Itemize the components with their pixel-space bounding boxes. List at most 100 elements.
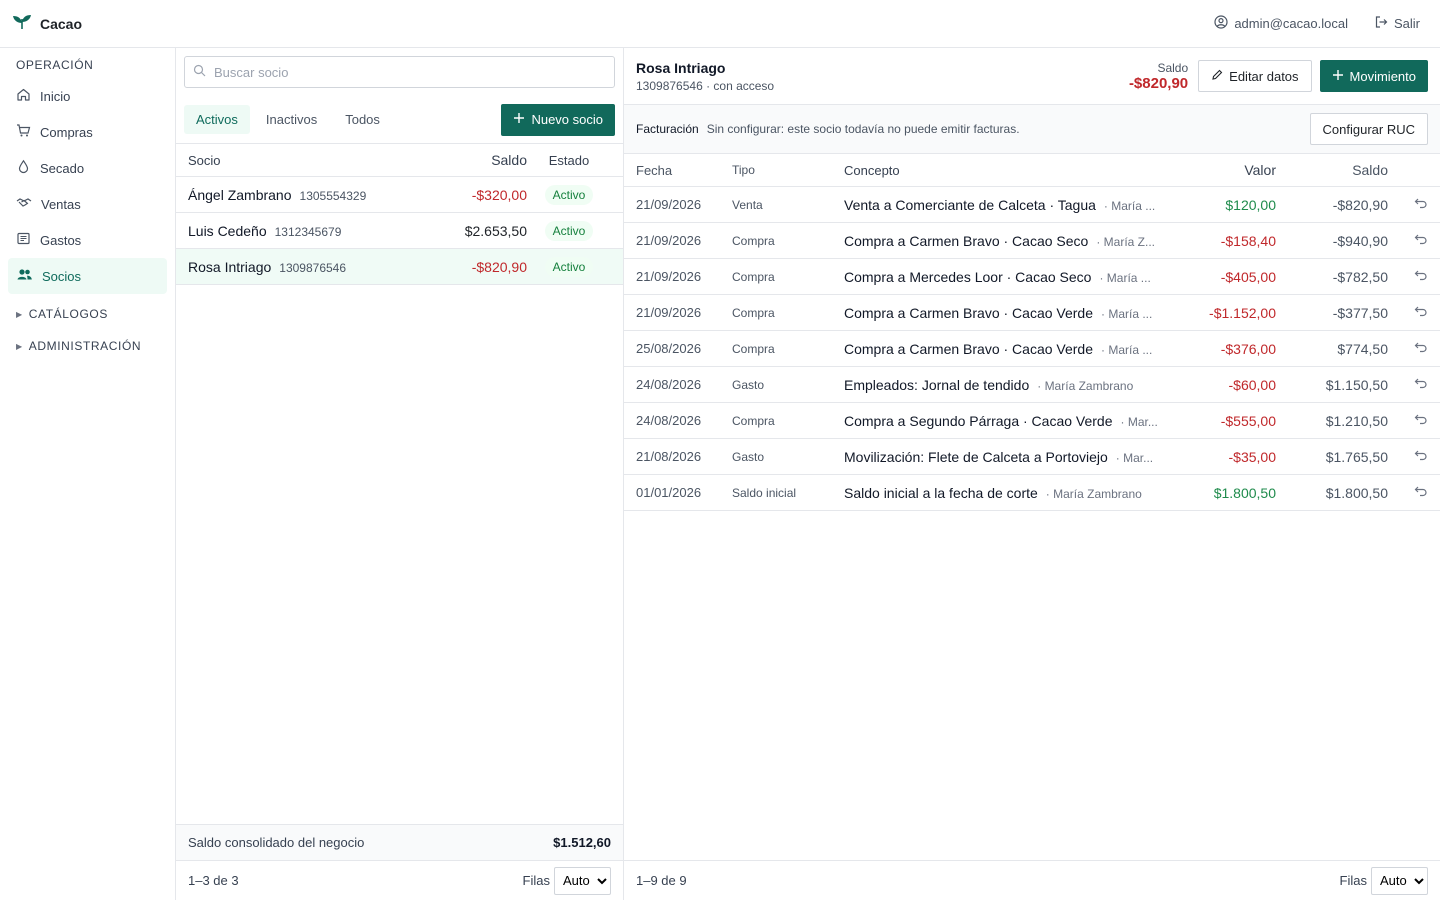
movement-type: Saldo inicial [732, 485, 797, 500]
sidebar-item-inicio[interactable]: Inicio [8, 78, 167, 114]
sidebar-item-socios[interactable]: Socios [8, 258, 167, 294]
undo-button[interactable] [1388, 197, 1428, 212]
column-header-saldo[interactable]: Saldo [387, 152, 527, 168]
tab-inactivos[interactable]: Inactivos [254, 105, 329, 134]
undo-button[interactable] [1388, 269, 1428, 284]
socio-row-selected[interactable]: Rosa Intriago 1309876546 -$820,90 Activo [176, 249, 623, 285]
sidebar-group-label: ADMINISTRACIÓN [28, 339, 142, 353]
tab-todos[interactable]: Todos [333, 105, 392, 134]
sidebar-item-ventas[interactable]: Ventas [8, 186, 167, 222]
undo-icon [1414, 305, 1428, 320]
movement-author: · María Zambrano [1037, 378, 1134, 393]
movement-type: Gasto [732, 449, 765, 464]
undo-button[interactable] [1388, 233, 1428, 248]
socio-name: Rosa Intriago [188, 258, 272, 275]
socio-name: Ángel Zambrano [188, 186, 292, 203]
column-header-valor[interactable]: Valor [1164, 162, 1276, 178]
sidebar-item-secado[interactable]: Secado [8, 150, 167, 186]
receipt-icon [16, 231, 31, 249]
plus-icon [1332, 69, 1344, 84]
movement-balance: -$377,50 [1332, 304, 1388, 321]
rows-label: Filas [1339, 873, 1367, 888]
new-socio-button[interactable]: Nuevo socio [501, 103, 615, 136]
column-header-fecha[interactable]: Fecha [636, 163, 732, 178]
sidebar-group-catalogos[interactable]: ▶ CATÁLOGOS [8, 298, 167, 330]
movement-value: -$158,40 [1220, 232, 1276, 249]
movement-row[interactable]: 24/08/2026 Compra Compra a Segundo Párraga… [624, 403, 1440, 439]
movement-date: 25/08/2026 [636, 341, 702, 356]
movements-footer: 1–9 de 9 Filas Auto [624, 860, 1440, 900]
movement-balance: -$782,50 [1332, 268, 1388, 285]
socio-detail-name: Rosa Intriago [636, 59, 726, 76]
movement-author: · María ... [1099, 270, 1151, 285]
column-header-saldo[interactable]: Saldo [1276, 162, 1388, 178]
movement-row[interactable]: 25/08/2026 Compra Compra a Carmen Bravo · … [624, 331, 1440, 367]
socio-row[interactable]: Luis Cedeño 1312345679 $2.653,50 Activo [176, 213, 623, 249]
movement-row[interactable]: 21/09/2026 Compra Compra a Carmen Bravo · … [624, 223, 1440, 259]
billing-bar: Facturación Sin configurar: este socio t… [624, 105, 1440, 154]
socio-saldo: -$320,00 [471, 186, 527, 203]
movement-date: 21/09/2026 [636, 197, 702, 212]
new-movement-label: Movimiento [1349, 68, 1416, 84]
movement-concept: Saldo inicial a la fecha de corte [844, 484, 1038, 501]
column-header-concepto[interactable]: Concepto [844, 163, 1164, 178]
brand[interactable]: Cacao [12, 12, 82, 35]
movement-concept: Movilización: Flete de Calceta a Portovi… [844, 448, 1108, 465]
sidebar-item-compras[interactable]: Compras [8, 114, 167, 150]
new-movement-button[interactable]: Movimiento [1319, 60, 1428, 92]
tab-activos[interactable]: Activos [184, 105, 250, 134]
undo-button[interactable] [1388, 305, 1428, 320]
movement-balance: -$820,90 [1332, 196, 1388, 213]
user-account[interactable]: admin@cacao.local [1214, 15, 1348, 32]
rows-per-page-select[interactable]: Auto [554, 866, 611, 895]
user-email: admin@cacao.local [1234, 16, 1348, 31]
movement-concept: Compra a Carmen Bravo · Cacao Verde [844, 340, 1093, 357]
undo-button[interactable] [1388, 413, 1428, 428]
undo-icon [1414, 449, 1428, 464]
column-header-estado[interactable]: Estado [527, 153, 611, 168]
search-box[interactable] [184, 56, 615, 88]
undo-button[interactable] [1388, 341, 1428, 356]
movement-row[interactable]: 21/09/2026 Venta Venta a Comerciante de Ca… [624, 187, 1440, 223]
movement-type: Venta [732, 197, 763, 212]
rows-per-page-select[interactable]: Auto [1371, 866, 1428, 895]
movement-concept: Empleados: Jornal de tendido [844, 376, 1030, 393]
column-header-tipo[interactable]: Tipo [732, 163, 844, 177]
movement-row[interactable]: 21/08/2026 Gasto Movilización: Flete de Ca… [624, 439, 1440, 475]
column-header-socio[interactable]: Socio [188, 153, 387, 168]
movement-type: Compra [732, 341, 775, 356]
caret-right-icon: ▶ [16, 341, 23, 351]
undo-button[interactable] [1388, 449, 1428, 464]
movement-type: Compra [732, 233, 775, 248]
list-pagination: 1–3 de 3 [188, 873, 239, 888]
undo-button[interactable] [1388, 377, 1428, 392]
status-badge: Activo [544, 220, 594, 241]
movement-row[interactable]: 21/09/2026 Compra Compra a Carmen Bravo · … [624, 295, 1440, 331]
socio-detail-panel: Rosa Intriago 1309876546 · con acceso Sa… [624, 48, 1440, 900]
socio-row[interactable]: Ángel Zambrano 1305554329 -$320,00 Activo [176, 177, 623, 213]
configure-ruc-button[interactable]: Configurar RUC [1309, 113, 1428, 145]
logout-button[interactable]: Salir [1374, 15, 1420, 32]
undo-button[interactable] [1388, 485, 1428, 500]
sidebar-item-label: Secado [40, 160, 85, 176]
movement-author: · María ... [1101, 342, 1153, 357]
list-header: Socio Saldo Estado [176, 144, 623, 177]
movement-row[interactable]: 24/08/2026 Gasto Empleados: Jornal de tend… [624, 367, 1440, 403]
movement-row[interactable]: 01/01/2026 Saldo inicial Saldo inicial a l… [624, 475, 1440, 511]
movement-row[interactable]: 21/09/2026 Compra Compra a Mercedes Loor ·… [624, 259, 1440, 295]
sidebar-item-label: Inicio [40, 88, 71, 104]
socio-id: 1312345679 [274, 224, 342, 239]
movement-concept: Venta a Comerciante de Calceta · Tagua [844, 196, 1096, 213]
search-input[interactable] [214, 64, 606, 80]
movement-value: -$60,00 [1228, 376, 1276, 393]
logout-icon [1374, 15, 1388, 32]
movement-balance: $1.765,50 [1325, 448, 1388, 465]
sidebar-group-administracion[interactable]: ▶ ADMINISTRACIÓN [8, 330, 167, 362]
saldo-label: Saldo [1157, 60, 1189, 75]
socios-list-panel: Activos Inactivos Todos Nuevo socio Soci… [176, 48, 624, 900]
sidebar-item-gastos[interactable]: Gastos [8, 222, 167, 258]
drop-icon [16, 159, 31, 177]
edit-data-button[interactable]: Editar datos [1198, 60, 1312, 92]
movement-type: Compra [732, 413, 775, 428]
movement-value: -$555,00 [1220, 412, 1276, 429]
